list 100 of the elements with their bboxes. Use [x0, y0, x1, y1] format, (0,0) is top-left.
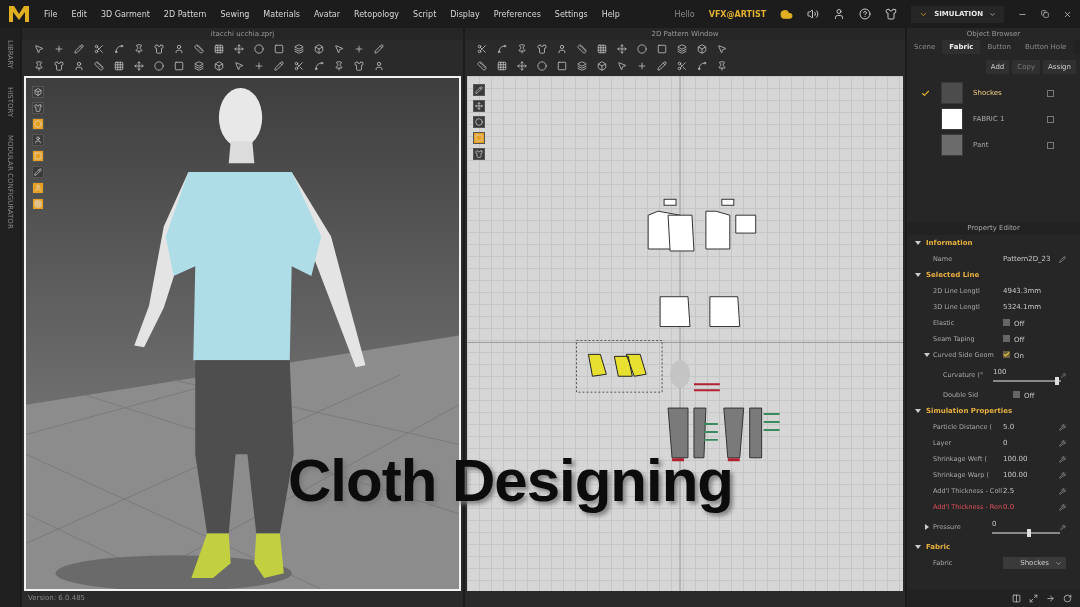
menu-item[interactable]: Settings	[554, 9, 588, 19]
pointer-icon[interactable]	[617, 60, 627, 71]
pointer-icon[interactable]	[34, 43, 44, 54]
grid-icon[interactable]	[597, 43, 607, 54]
pin-icon[interactable]	[717, 60, 727, 71]
wrench-icon[interactable]	[1059, 487, 1066, 495]
pin-icon[interactable]	[334, 60, 344, 71]
cube-icon[interactable]	[314, 43, 324, 54]
scissors-icon[interactable]	[94, 43, 104, 54]
grid-icon[interactable]	[114, 60, 124, 71]
fabric-swatch[interactable]	[941, 134, 963, 156]
wrench-icon[interactable]	[1059, 471, 1066, 479]
move-icon[interactable]	[473, 100, 485, 112]
move-icon[interactable]	[134, 60, 144, 71]
caret-icon[interactable]	[1055, 559, 1062, 567]
menu-item[interactable]: Materials	[263, 9, 301, 19]
curve-icon[interactable]	[114, 43, 124, 54]
collapse-icon[interactable]	[924, 352, 930, 358]
fabric-icon[interactable]	[1047, 115, 1054, 123]
maximize-icon[interactable]	[1029, 593, 1038, 603]
curve-icon[interactable]	[314, 60, 324, 71]
square-icon[interactable]	[473, 132, 485, 144]
wrench-icon[interactable]	[1059, 503, 1066, 511]
layers-icon[interactable]	[677, 43, 687, 54]
pointer-icon[interactable]	[334, 43, 344, 54]
curve-icon[interactable]	[497, 43, 507, 54]
square-icon[interactable]	[557, 60, 567, 71]
menu-item[interactable]: Retopology	[354, 9, 400, 19]
fabric-swatch[interactable]	[941, 82, 963, 104]
pointer-icon[interactable]	[717, 43, 727, 54]
cube-icon[interactable]	[697, 43, 707, 54]
ruler-icon[interactable]	[577, 43, 587, 54]
square-icon[interactable]	[32, 150, 44, 162]
checkbox[interactable]	[1003, 318, 1010, 326]
ruler-icon[interactable]	[477, 60, 487, 71]
restore-icon[interactable]	[1041, 10, 1049, 18]
shirt-icon[interactable]	[354, 60, 364, 71]
ruler-icon[interactable]	[94, 60, 104, 71]
person-icon[interactable]	[557, 43, 567, 54]
plus-icon[interactable]	[637, 60, 647, 71]
layers-icon[interactable]	[577, 60, 587, 71]
menu-item[interactable]: Script	[413, 9, 437, 19]
cube-icon[interactable]	[597, 60, 607, 71]
wrench-icon[interactable]	[1060, 523, 1066, 531]
fabric-swatch[interactable]	[941, 108, 963, 130]
cloud-icon[interactable]	[780, 7, 794, 21]
fabric-icon[interactable]	[1047, 89, 1054, 97]
shirt-icon[interactable]	[54, 60, 64, 71]
person-icon[interactable]	[833, 8, 846, 20]
grid-icon[interactable]	[32, 198, 44, 210]
wrench-icon[interactable]	[1059, 455, 1066, 463]
wrench-icon[interactable]	[1059, 423, 1066, 431]
square-icon[interactable]	[657, 43, 667, 54]
pin-icon[interactable]	[34, 60, 44, 71]
close-icon[interactable]	[1063, 9, 1072, 19]
move-icon[interactable]	[617, 43, 627, 54]
layers-icon[interactable]	[194, 60, 204, 71]
columns-icon[interactable]	[1012, 593, 1021, 603]
person-icon[interactable]	[374, 60, 384, 71]
layers-icon[interactable]	[294, 43, 304, 54]
plus-icon[interactable]	[54, 43, 64, 54]
ruler-icon[interactable]	[194, 43, 204, 54]
wrench-icon[interactable]	[1059, 439, 1066, 447]
menu-item[interactable]: Display	[450, 9, 480, 19]
menu-item[interactable]: Help	[601, 9, 620, 19]
person-icon[interactable]	[32, 134, 44, 146]
circle-icon[interactable]	[537, 60, 547, 71]
cube-icon[interactable]	[214, 60, 224, 71]
arrow-icon[interactable]	[1046, 593, 1055, 603]
plus-icon[interactable]	[254, 60, 264, 71]
pencil-icon[interactable]	[1059, 255, 1066, 263]
circle-icon[interactable]	[154, 60, 164, 71]
square-icon[interactable]	[174, 60, 184, 71]
menu-item[interactable]: Preferences	[493, 9, 541, 19]
fabric-icon[interactable]	[1047, 141, 1054, 149]
help-icon[interactable]	[859, 8, 872, 20]
pencil-icon[interactable]	[32, 166, 44, 178]
curve-icon[interactable]	[697, 60, 707, 71]
cube-icon[interactable]	[32, 86, 44, 98]
move-icon[interactable]	[517, 60, 527, 71]
refresh-icon[interactable]	[1063, 593, 1072, 603]
checkbox[interactable]	[1013, 390, 1020, 398]
menu-item[interactable]: Sewing	[220, 9, 250, 19]
pencil-icon[interactable]	[473, 84, 485, 96]
circle-icon[interactable]	[32, 118, 44, 130]
menu-item[interactable]: Avatar	[314, 9, 340, 19]
pin-icon[interactable]	[134, 43, 144, 54]
pointer-icon[interactable]	[234, 60, 244, 71]
scissors-icon[interactable]	[294, 60, 304, 71]
person-icon[interactable]	[74, 60, 84, 71]
pencil-icon[interactable]	[74, 43, 84, 54]
pin-icon[interactable]	[517, 43, 527, 54]
circle-icon[interactable]	[254, 43, 264, 54]
grid-icon[interactable]	[497, 60, 507, 71]
plus-icon[interactable]	[354, 43, 364, 54]
person-icon[interactable]	[174, 43, 184, 54]
checkbox[interactable]	[1003, 334, 1010, 342]
shirt-icon[interactable]	[537, 43, 547, 54]
scissors-icon[interactable]	[477, 43, 487, 54]
shirt-icon[interactable]	[473, 148, 485, 160]
